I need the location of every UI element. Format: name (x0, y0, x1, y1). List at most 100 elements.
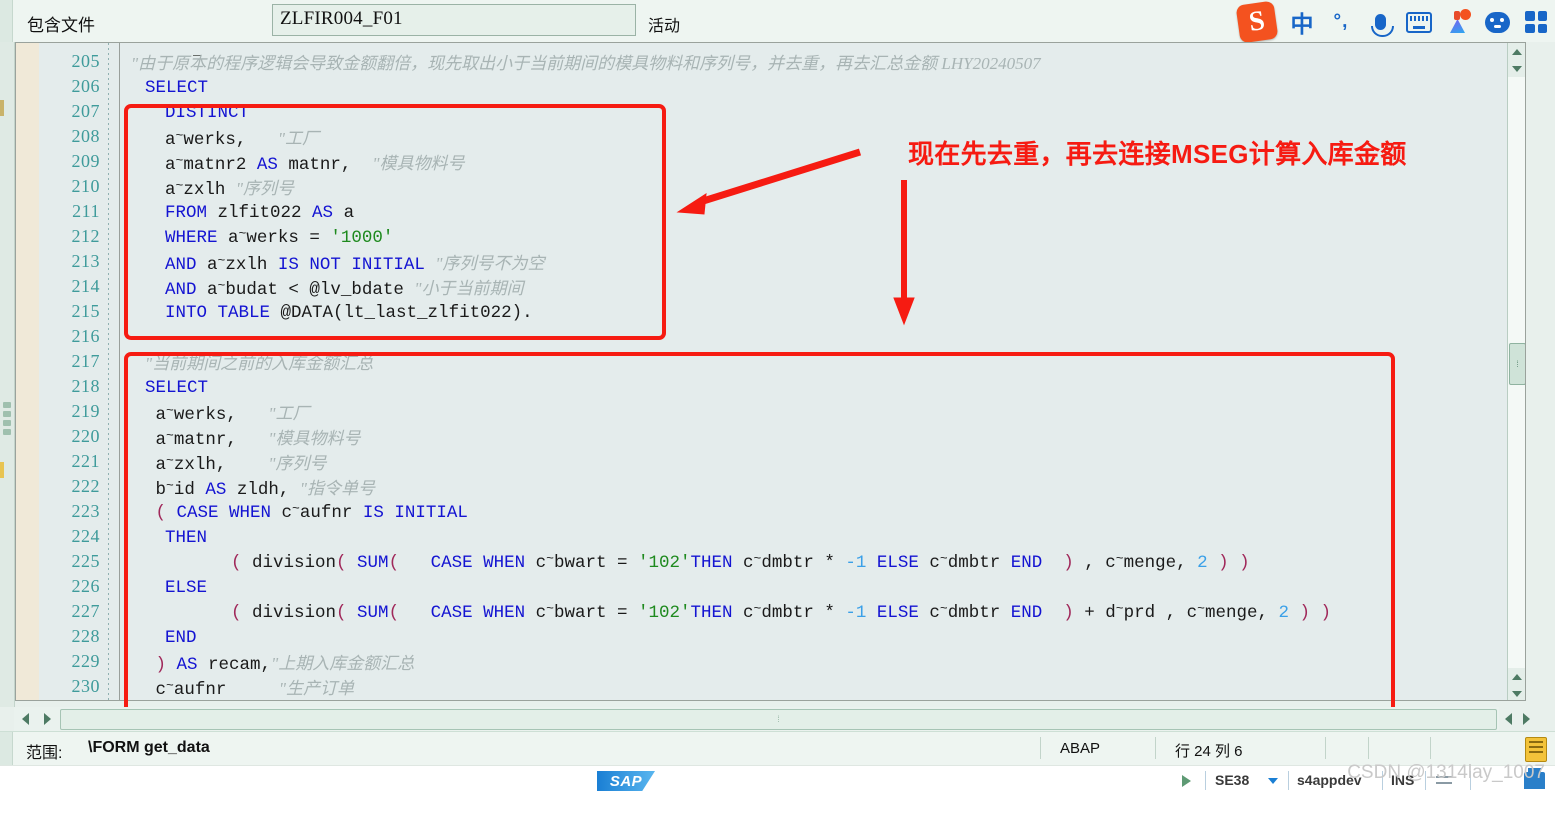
code-line[interactable]: a~zxlh "序列号 (165, 176, 294, 201)
code-token-num: 2 (1278, 603, 1300, 623)
code-token-id: c~aufnr (145, 678, 227, 700)
header-left-strip (0, 0, 13, 42)
program-name-field[interactable]: ZLFIR004_F01 (272, 4, 636, 36)
code-line[interactable]: ) AS recam,"上期入库金额汇总 (145, 651, 415, 676)
code-token-op: , (1084, 553, 1106, 573)
code-token-kw: END (1010, 603, 1043, 623)
code-token-id: c~dmbtr (918, 551, 1011, 573)
code-token-id: c~aufnr (271, 501, 363, 523)
code-token-op: * (824, 553, 846, 573)
code-token-id: c~dmbtr (732, 551, 825, 573)
code-token-sp (237, 405, 269, 425)
scroll-left-page-button[interactable] (36, 708, 58, 730)
code-fold-bar[interactable] (119, 43, 201, 700)
code-line[interactable]: c~aufnr "生产订单 (145, 676, 355, 700)
code-token-kw: CASE WHEN (176, 503, 272, 523)
scroll-down-button[interactable] (1508, 685, 1525, 700)
soft-keyboard-icon[interactable] (1406, 9, 1432, 35)
code-token-id: a (333, 203, 355, 223)
editor-vertical-scrollbar[interactable]: ⁞ (1507, 43, 1525, 700)
horizontal-scroll-end-buttons[interactable] (1499, 707, 1535, 731)
code-token-par: ( (231, 553, 253, 573)
code-token-id: a~matnr2 (165, 153, 257, 175)
punctuation-mode-icon[interactable]: °, (1328, 9, 1354, 35)
code-token-id: c~bwart (525, 551, 617, 573)
code-token-id: @lv_bdate (309, 280, 415, 300)
code-line[interactable]: THEN (165, 526, 207, 551)
line-number: 221 (71, 451, 100, 471)
code-line[interactable]: END (165, 626, 197, 651)
code-line[interactable]: ( CASE WHEN c~aufnr IS INITIAL (145, 501, 468, 526)
code-token-id: a~werks, (145, 403, 237, 425)
sap-run-indicator-icon (1182, 775, 1191, 787)
code-line[interactable]: SELECT (145, 376, 208, 401)
scroll-up-button[interactable] (1508, 43, 1525, 60)
code-token-sp (237, 430, 269, 450)
scroll-up-page-button[interactable] (1508, 60, 1525, 77)
code-line[interactable]: "当前期间之前的入库金额汇总 (145, 351, 373, 376)
scroll-down-page-button[interactable] (1508, 668, 1525, 685)
code-line[interactable]: WHERE a~werks = '1000' (165, 226, 393, 251)
print-icon[interactable] (1524, 768, 1545, 789)
sogou-logo-icon[interactable]: S (1235, 0, 1279, 44)
editor-horizontal-scrollbar[interactable]: ⁞ (14, 707, 1499, 731)
skin-tool-icon[interactable] (1445, 9, 1471, 35)
code-line[interactable]: DISTINCT (165, 101, 249, 126)
code-line[interactable]: FROM zlfit022 AS a (165, 201, 354, 226)
code-token-id: zlfit022 (207, 203, 313, 223)
sogou-ime-toolbar[interactable]: S 中 °, (1228, 0, 1549, 44)
code-line[interactable]: ELSE (165, 576, 207, 601)
voice-input-icon[interactable] (1367, 9, 1394, 37)
line-number-gutter: 205 206 207 208 209 210 211 212 213 214 215 216 217 2… (39, 43, 109, 700)
code-line[interactable]: AND a~budat < @lv_bdate "小于当前期间 (165, 276, 524, 301)
code-token-sp (399, 553, 431, 573)
scroll-right-button[interactable] (1517, 708, 1535, 730)
code-line[interactable]: a~werks, "工厂 (165, 126, 319, 151)
code-line[interactable]: ( division( SUM( CASE WHEN c~bwart = '10… (231, 601, 1331, 626)
code-line[interactable]: INTO TABLE @DATA(lt_last_zlfit022). (165, 301, 533, 326)
app-grid-icon[interactable] (1523, 9, 1549, 35)
insert-mode-indicator: INS (1391, 772, 1415, 788)
code-line[interactable]: a~zxlh, "序列号 (145, 451, 327, 476)
scope-label: 范围: (26, 745, 63, 762)
code-token-kw: AS (176, 655, 198, 675)
code-token-sp (226, 680, 279, 700)
code-token-str: '102' (637, 553, 691, 573)
code-token-kw: END (165, 628, 197, 648)
code-token-op: = (616, 553, 638, 573)
scroll-left-button[interactable] (14, 708, 36, 730)
vertical-scroll-thumb[interactable]: ⁞ (1509, 343, 1525, 385)
code-line[interactable]: a~matnr, "模具物料号 (145, 426, 361, 451)
line-number: 222 (71, 476, 100, 496)
code-line[interactable]: AND a~zxlh IS NOT INITIAL "序列号不为空 (165, 251, 545, 276)
code-token-par: ( (231, 603, 253, 623)
horizontal-scroll-thumb[interactable]: ⁞ (60, 708, 1497, 730)
line-number: 214 (71, 276, 100, 296)
annotation-text: 现在先去重，再去连接MSEG计算入库金额 (908, 139, 1407, 169)
code-token-id: a~zxlh (165, 178, 236, 200)
chevron-down-icon[interactable] (1268, 778, 1278, 784)
code-line[interactable]: ( division( SUM( CASE WHEN c~bwart = '10… (231, 551, 1250, 576)
sap-abap-editor-window: 包含文件 ZLFIR004_F01 活动 S 中 °, 205 206 207 (0, 0, 1555, 795)
breakpoint-gutter[interactable] (15, 42, 39, 701)
chinese-mode-icon[interactable]: 中 (1289, 9, 1315, 38)
code-token-cm: "模具物料号 (268, 429, 361, 448)
code-line[interactable]: b~id AS zldh, "指令单号 (145, 476, 376, 501)
code-token-kw: DISTINCT (165, 103, 250, 123)
cursor-position-indicator: 行 24 列 6 (1175, 743, 1243, 760)
clipboard-icon[interactable] (1525, 737, 1547, 762)
code-line[interactable]: a~matnr2 AS matnr, "模具物料号 (165, 151, 465, 176)
scroll-right-page-button[interactable] (1499, 708, 1517, 730)
emoji-icon[interactable] (1484, 9, 1510, 35)
code-token-op: < (288, 280, 310, 300)
code-token-sp (246, 130, 278, 150)
code-line[interactable]: SELECT (145, 76, 208, 101)
code-line[interactable]: "由于原本的程序逻辑会导致金额翻倍，现先取出小于当前期间的模具物料和序列号，并去… (131, 51, 1041, 76)
code-token-str: '102' (637, 603, 691, 623)
code-token-id: a~matnr, (145, 428, 237, 450)
code-token-id: c~menge, (1186, 601, 1279, 623)
line-number: 219 (71, 401, 100, 421)
code-token-cm: "模具物料号 (372, 154, 465, 173)
code-token-par: ) ) (1218, 553, 1250, 573)
code-line[interactable]: a~werks, "工厂 (145, 401, 310, 426)
